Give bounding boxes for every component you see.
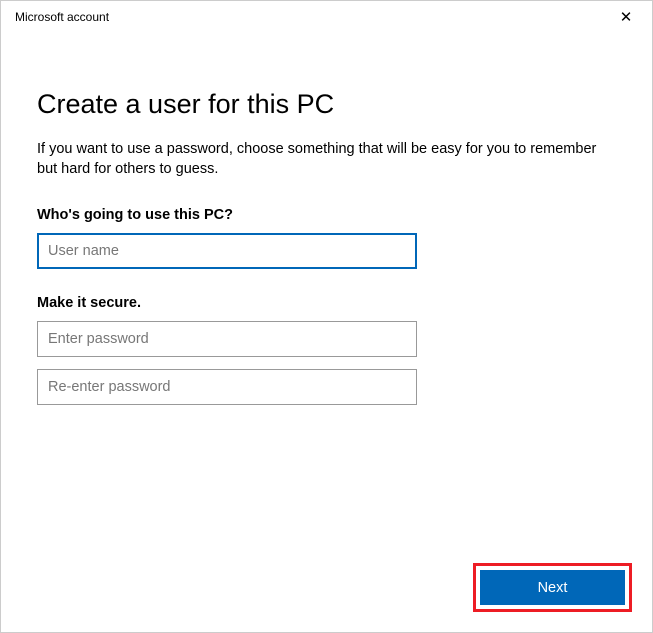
content-area: Create a user for this PC If you want to… [1, 33, 652, 405]
password-input[interactable] [37, 321, 417, 357]
password-label: Make it secure. [37, 295, 616, 311]
window-title: Microsoft account [15, 10, 109, 24]
username-input[interactable] [37, 233, 417, 269]
username-group: Who's going to use this PC? [37, 207, 616, 269]
password-group: Make it secure. [37, 295, 616, 405]
page-title: Create a user for this PC [37, 89, 616, 120]
titlebar: Microsoft account ✕ [1, 1, 652, 33]
footer: Next [473, 563, 632, 612]
page-subtext: If you want to use a password, choose so… [37, 140, 616, 179]
username-label: Who's going to use this PC? [37, 207, 616, 223]
confirm-password-input[interactable] [37, 369, 417, 405]
next-button[interactable]: Next [480, 570, 625, 605]
next-button-highlight: Next [473, 563, 632, 612]
close-icon[interactable]: ✕ [614, 8, 638, 26]
